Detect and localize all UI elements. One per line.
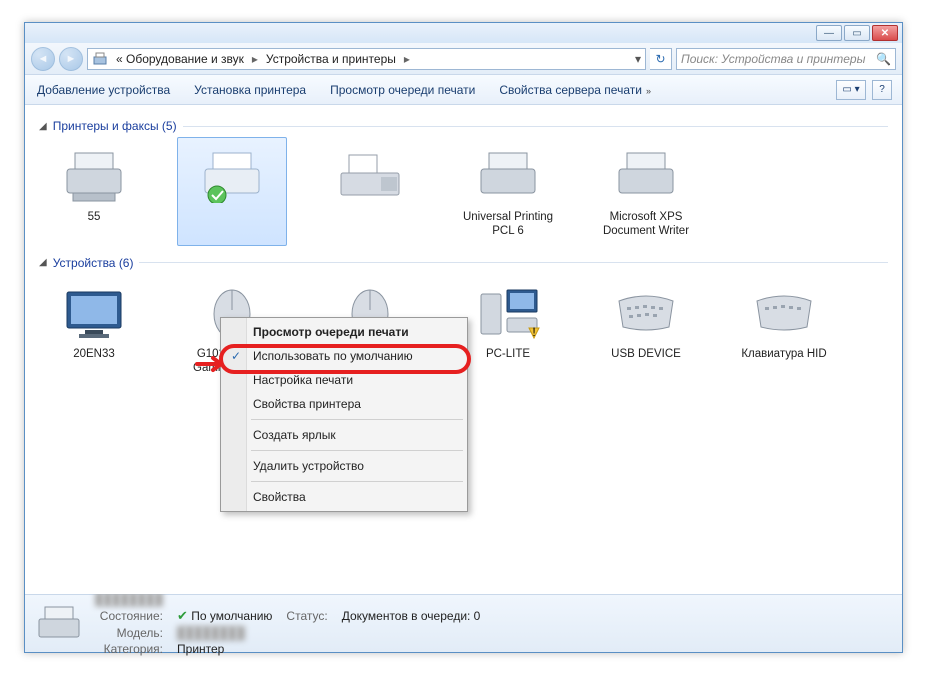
svg-text:!: ! bbox=[532, 325, 535, 339]
fax-icon bbox=[334, 144, 406, 206]
printer-icon bbox=[472, 144, 544, 206]
device-tile[interactable]: 55 bbox=[39, 137, 149, 246]
menu-set-default[interactable]: ✓Использовать по умолчанию bbox=[223, 344, 465, 368]
keyboard-icon bbox=[748, 281, 820, 343]
menu-separator bbox=[251, 481, 463, 482]
details-grid: ████████ Состояние: ✔ По умолчанию Стату… bbox=[95, 592, 480, 656]
group-header-devices[interactable]: ◢ Устройства (6) bbox=[39, 256, 888, 270]
breadcrumb-separator: ▸ bbox=[252, 52, 258, 66]
details-pane: ████████ Состояние: ✔ По умолчанию Стату… bbox=[25, 594, 902, 652]
device-tile[interactable]: Microsoft XPS Document Writer bbox=[591, 137, 701, 246]
device-label: Клавиатура HID bbox=[741, 347, 826, 361]
view-options-button[interactable]: ▭ ▾ bbox=[836, 80, 866, 100]
server-props-button[interactable]: Свойства сервера печати» bbox=[497, 79, 653, 101]
device-tile[interactable] bbox=[177, 137, 287, 246]
devices-printers-icon bbox=[92, 51, 108, 67]
menu-create-shortcut[interactable]: Создать ярлык bbox=[223, 423, 465, 447]
collapse-icon: ◢ bbox=[39, 121, 47, 132]
breadcrumb[interactable]: Устройства и принтеры bbox=[262, 51, 400, 67]
titlebar: — ▭ ✕ bbox=[25, 23, 902, 43]
printer-icon bbox=[58, 144, 130, 206]
queue-key: Статус: bbox=[286, 609, 327, 623]
monitor-icon bbox=[58, 281, 130, 343]
device-tile[interactable]: Клавиатура HID bbox=[729, 274, 839, 383]
group-header-printers[interactable]: ◢ Принтеры и факсы (5) bbox=[39, 119, 888, 133]
printer-icon bbox=[196, 144, 268, 206]
menu-printer-props[interactable]: Свойства принтера bbox=[223, 392, 465, 416]
toolbar: Добавление устройства Установка принтера… bbox=[25, 75, 902, 105]
content-area: ◢ Принтеры и факсы (5) 55 bbox=[25, 105, 902, 594]
maximize-button[interactable]: ▭ bbox=[844, 25, 870, 41]
computer-icon: ! bbox=[472, 281, 544, 343]
check-icon: ✓ bbox=[231, 349, 241, 363]
breadcrumb[interactable]: « Оборудование и звук bbox=[112, 51, 248, 67]
device-label: 55 bbox=[88, 210, 101, 224]
ok-icon: ✔ bbox=[177, 608, 188, 623]
annotation-arrow bbox=[195, 354, 225, 374]
view-queue-button[interactable]: Просмотр очереди печати bbox=[328, 79, 477, 101]
device-tile[interactable]: 20EN33 bbox=[39, 274, 149, 383]
search-placeholder: Поиск: Устройства и принтеры bbox=[681, 52, 865, 66]
group-title: Принтеры и факсы (5) bbox=[53, 119, 177, 133]
state-value: ✔ По умолчанию bbox=[177, 608, 272, 624]
menu-print-prefs[interactable]: Настройка печати bbox=[223, 368, 465, 392]
printer-icon bbox=[35, 603, 83, 645]
menu-separator bbox=[251, 419, 463, 420]
explorer-window: — ▭ ✕ ◄ ► « Оборудование и звук ▸ Устрой… bbox=[24, 22, 903, 653]
device-tile[interactable]: USB DEVICE bbox=[591, 274, 701, 383]
address-bar[interactable]: « Оборудование и звук ▸ Устройства и при… bbox=[87, 48, 646, 70]
close-button[interactable]: ✕ bbox=[872, 25, 898, 41]
context-menu: Просмотр очереди печати ✓Использовать по… bbox=[220, 317, 468, 512]
collapse-icon: ◢ bbox=[39, 257, 47, 268]
add-printer-button[interactable]: Установка принтера bbox=[192, 79, 308, 101]
menu-separator bbox=[251, 450, 463, 451]
model-key: Модель: bbox=[95, 626, 163, 640]
add-device-button[interactable]: Добавление устройства bbox=[35, 79, 172, 101]
search-input[interactable]: Поиск: Устройства и принтеры 🔍 bbox=[676, 48, 896, 70]
device-label: Universal Printing PCL 6 bbox=[458, 210, 558, 239]
search-icon[interactable]: 🔍 bbox=[876, 52, 891, 66]
keyboard-icon bbox=[610, 281, 682, 343]
divider bbox=[183, 126, 888, 127]
category-value: Принтер bbox=[177, 642, 272, 656]
state-key: Состояние: bbox=[95, 609, 163, 623]
device-label: Microsoft XPS Document Writer bbox=[596, 210, 696, 239]
queue-value: Документов в очереди: 0 bbox=[342, 609, 481, 623]
category-key: Категория: bbox=[95, 642, 163, 656]
device-label: 20EN33 bbox=[73, 347, 115, 361]
device-tile[interactable]: ! PC-LITE bbox=[453, 274, 563, 383]
device-label: PC-LITE bbox=[486, 347, 530, 361]
breadcrumb-separator: ▸ bbox=[404, 52, 410, 66]
menu-remove-device[interactable]: Удалить устройство bbox=[223, 454, 465, 478]
model-value-blurred: ████████ bbox=[177, 626, 272, 640]
printers-grid: 55 Universal Printing PCL 6 bbox=[39, 137, 888, 246]
printer-icon bbox=[610, 144, 682, 206]
device-tile[interactable]: Universal Printing PCL 6 bbox=[453, 137, 563, 246]
help-button[interactable]: ? bbox=[872, 80, 892, 100]
divider bbox=[139, 262, 888, 263]
device-tile[interactable] bbox=[315, 137, 425, 246]
device-label: USB DEVICE bbox=[611, 347, 681, 361]
dropdown-icon[interactable]: ▾ bbox=[635, 52, 641, 66]
minimize-button[interactable]: — bbox=[816, 25, 842, 41]
navbar: ◄ ► « Оборудование и звук ▸ Устройства и… bbox=[25, 43, 902, 75]
group-title: Устройства (6) bbox=[53, 256, 134, 270]
refresh-button[interactable]: ↻ bbox=[650, 48, 672, 70]
forward-button[interactable]: ► bbox=[59, 47, 83, 71]
menu-view-queue[interactable]: Просмотр очереди печати bbox=[223, 320, 465, 344]
back-button[interactable]: ◄ bbox=[31, 47, 55, 71]
menu-properties[interactable]: Свойства bbox=[223, 485, 465, 509]
